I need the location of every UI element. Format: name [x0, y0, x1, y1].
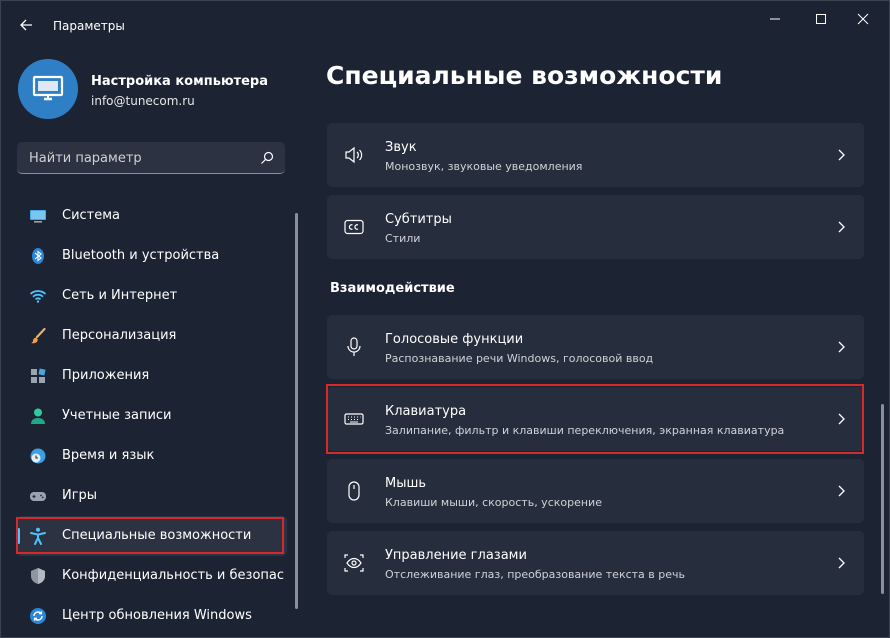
settings-window: Параметры Настройка компьютера info@tune… [0, 0, 890, 638]
card-subtitle: Стили [385, 232, 421, 245]
sidebar-item-label: Приложения [62, 368, 150, 383]
mouse-card[interactable]: Мышь Клавиши мыши, скорость, ускорение [327, 459, 864, 523]
sidebar-item-label: Время и язык [62, 448, 155, 463]
card-subtitle: Распознавание речи Windows, голосовой вв… [385, 352, 654, 365]
search-placeholder: Найти параметр [29, 151, 142, 166]
card-subtitle: Клавиши мыши, скорость, ускорение [385, 496, 602, 509]
accessibility-icon [30, 527, 46, 545]
chevron-right-icon [838, 149, 845, 161]
sidebar-item-label: Специальные возможности [62, 528, 252, 543]
keyboard-card[interactable]: Клавиатура Залипание, фильтр и клавиши п… [327, 387, 864, 451]
section-title: Взаимодействие [330, 281, 455, 296]
minimize-button[interactable] [755, 9, 795, 29]
maximize-icon [816, 14, 826, 24]
sidebar-scrollbar[interactable] [295, 213, 298, 609]
back-button[interactable] [17, 15, 37, 35]
sidebar-item-system[interactable]: Система [17, 196, 287, 236]
main-scrollbar[interactable] [881, 404, 884, 594]
monitor-icon [30, 210, 46, 223]
chevron-right-icon [838, 221, 845, 233]
keyboard-icon [344, 413, 364, 425]
sidebar-item-accounts[interactable]: Учетные записи [17, 396, 287, 436]
card-title: Субтитры [385, 212, 452, 227]
page-title: Специальные возможности [326, 61, 723, 90]
arrow-left-icon [20, 19, 32, 31]
card-title: Звук [385, 140, 417, 155]
shield-icon [31, 568, 45, 584]
sidebar-item-windows-update[interactable]: Центр обновления Windows [17, 596, 287, 636]
update-icon [30, 608, 46, 624]
card-subtitle: Отслеживание глаз, преобразование текста… [385, 568, 686, 581]
sidebar-item-label: Игры [62, 488, 98, 503]
bluetooth-icon [32, 248, 44, 264]
minimize-icon [770, 18, 780, 20]
computer-icon [32, 75, 64, 101]
sound-card[interactable]: Звук Монозвук, звуковые уведомления [327, 123, 864, 187]
sidebar-item-gaming[interactable]: Игры [17, 476, 287, 516]
sidebar-item-label: Сеть и Интернет [62, 288, 178, 303]
sidebar-item-accessibility[interactable]: Специальные возможности [17, 516, 287, 556]
voice-card[interactable]: Голосовые функции Распознавание речи Win… [327, 315, 864, 379]
chevron-right-icon [838, 413, 845, 425]
captions-card[interactable]: Субтитры Стили [327, 195, 864, 259]
chevron-right-icon [838, 557, 845, 569]
maximize-button[interactable] [801, 9, 841, 29]
title-bar: Параметры [1, 1, 889, 51]
close-icon [857, 13, 869, 25]
sidebar-item-privacy[interactable]: Конфиденциальность и безопас [17, 556, 287, 596]
sidebar-item-label: Система [62, 208, 121, 223]
card-title: Голосовые функции [385, 332, 524, 347]
card-subtitle: Залипание, фильтр и клавиши переключения… [385, 424, 785, 437]
microphone-icon [347, 337, 361, 356]
card-title: Управление глазами [385, 548, 527, 563]
wifi-icon [29, 290, 47, 303]
user-name: Настройка компьютера [91, 74, 269, 89]
sidebar-item-label: Центр обновления Windows [62, 608, 252, 623]
sidebar-nav: Система Bluetooth и устройства Сеть и Ин… [17, 196, 287, 636]
sidebar-item-label: Учетные записи [62, 408, 172, 423]
gamepad-icon [30, 492, 46, 501]
eye-control-icon [344, 554, 364, 572]
search-input[interactable]: Найти параметр [17, 142, 285, 174]
sidebar-item-label: Bluetooth и устройства [62, 248, 220, 263]
brush-icon [31, 327, 46, 344]
apps-icon [31, 368, 46, 383]
search-icon [261, 151, 274, 164]
speaker-icon [345, 146, 363, 164]
card-title: Клавиатура [385, 404, 467, 419]
globe-clock-icon [30, 448, 46, 464]
card-subtitle: Монозвук, звуковые уведомления [385, 160, 583, 173]
avatar[interactable] [18, 59, 78, 119]
person-icon [31, 408, 45, 424]
sidebar-item-label: Конфиденциальность и безопас [62, 568, 285, 583]
sidebar-item-label: Персонализация [62, 328, 177, 343]
eye-control-card[interactable]: Управление глазами Отслеживание глаз, пр… [327, 531, 864, 595]
sidebar-item-personalization[interactable]: Персонализация [17, 316, 287, 356]
sidebar-item-network[interactable]: Сеть и Интернет [17, 276, 287, 316]
close-button[interactable] [843, 9, 883, 29]
card-title: Мышь [385, 476, 427, 491]
chevron-right-icon [838, 485, 845, 497]
sidebar-item-bluetooth[interactable]: Bluetooth и устройства [17, 236, 287, 276]
mouse-icon [348, 481, 360, 501]
user-email: info@tunecom.ru [91, 94, 195, 108]
chevron-right-icon [838, 341, 845, 353]
captions-icon [344, 219, 364, 235]
sidebar-item-apps[interactable]: Приложения [17, 356, 287, 396]
sidebar-item-time-language[interactable]: Время и язык [17, 436, 287, 476]
window-title: Параметры [53, 19, 125, 33]
